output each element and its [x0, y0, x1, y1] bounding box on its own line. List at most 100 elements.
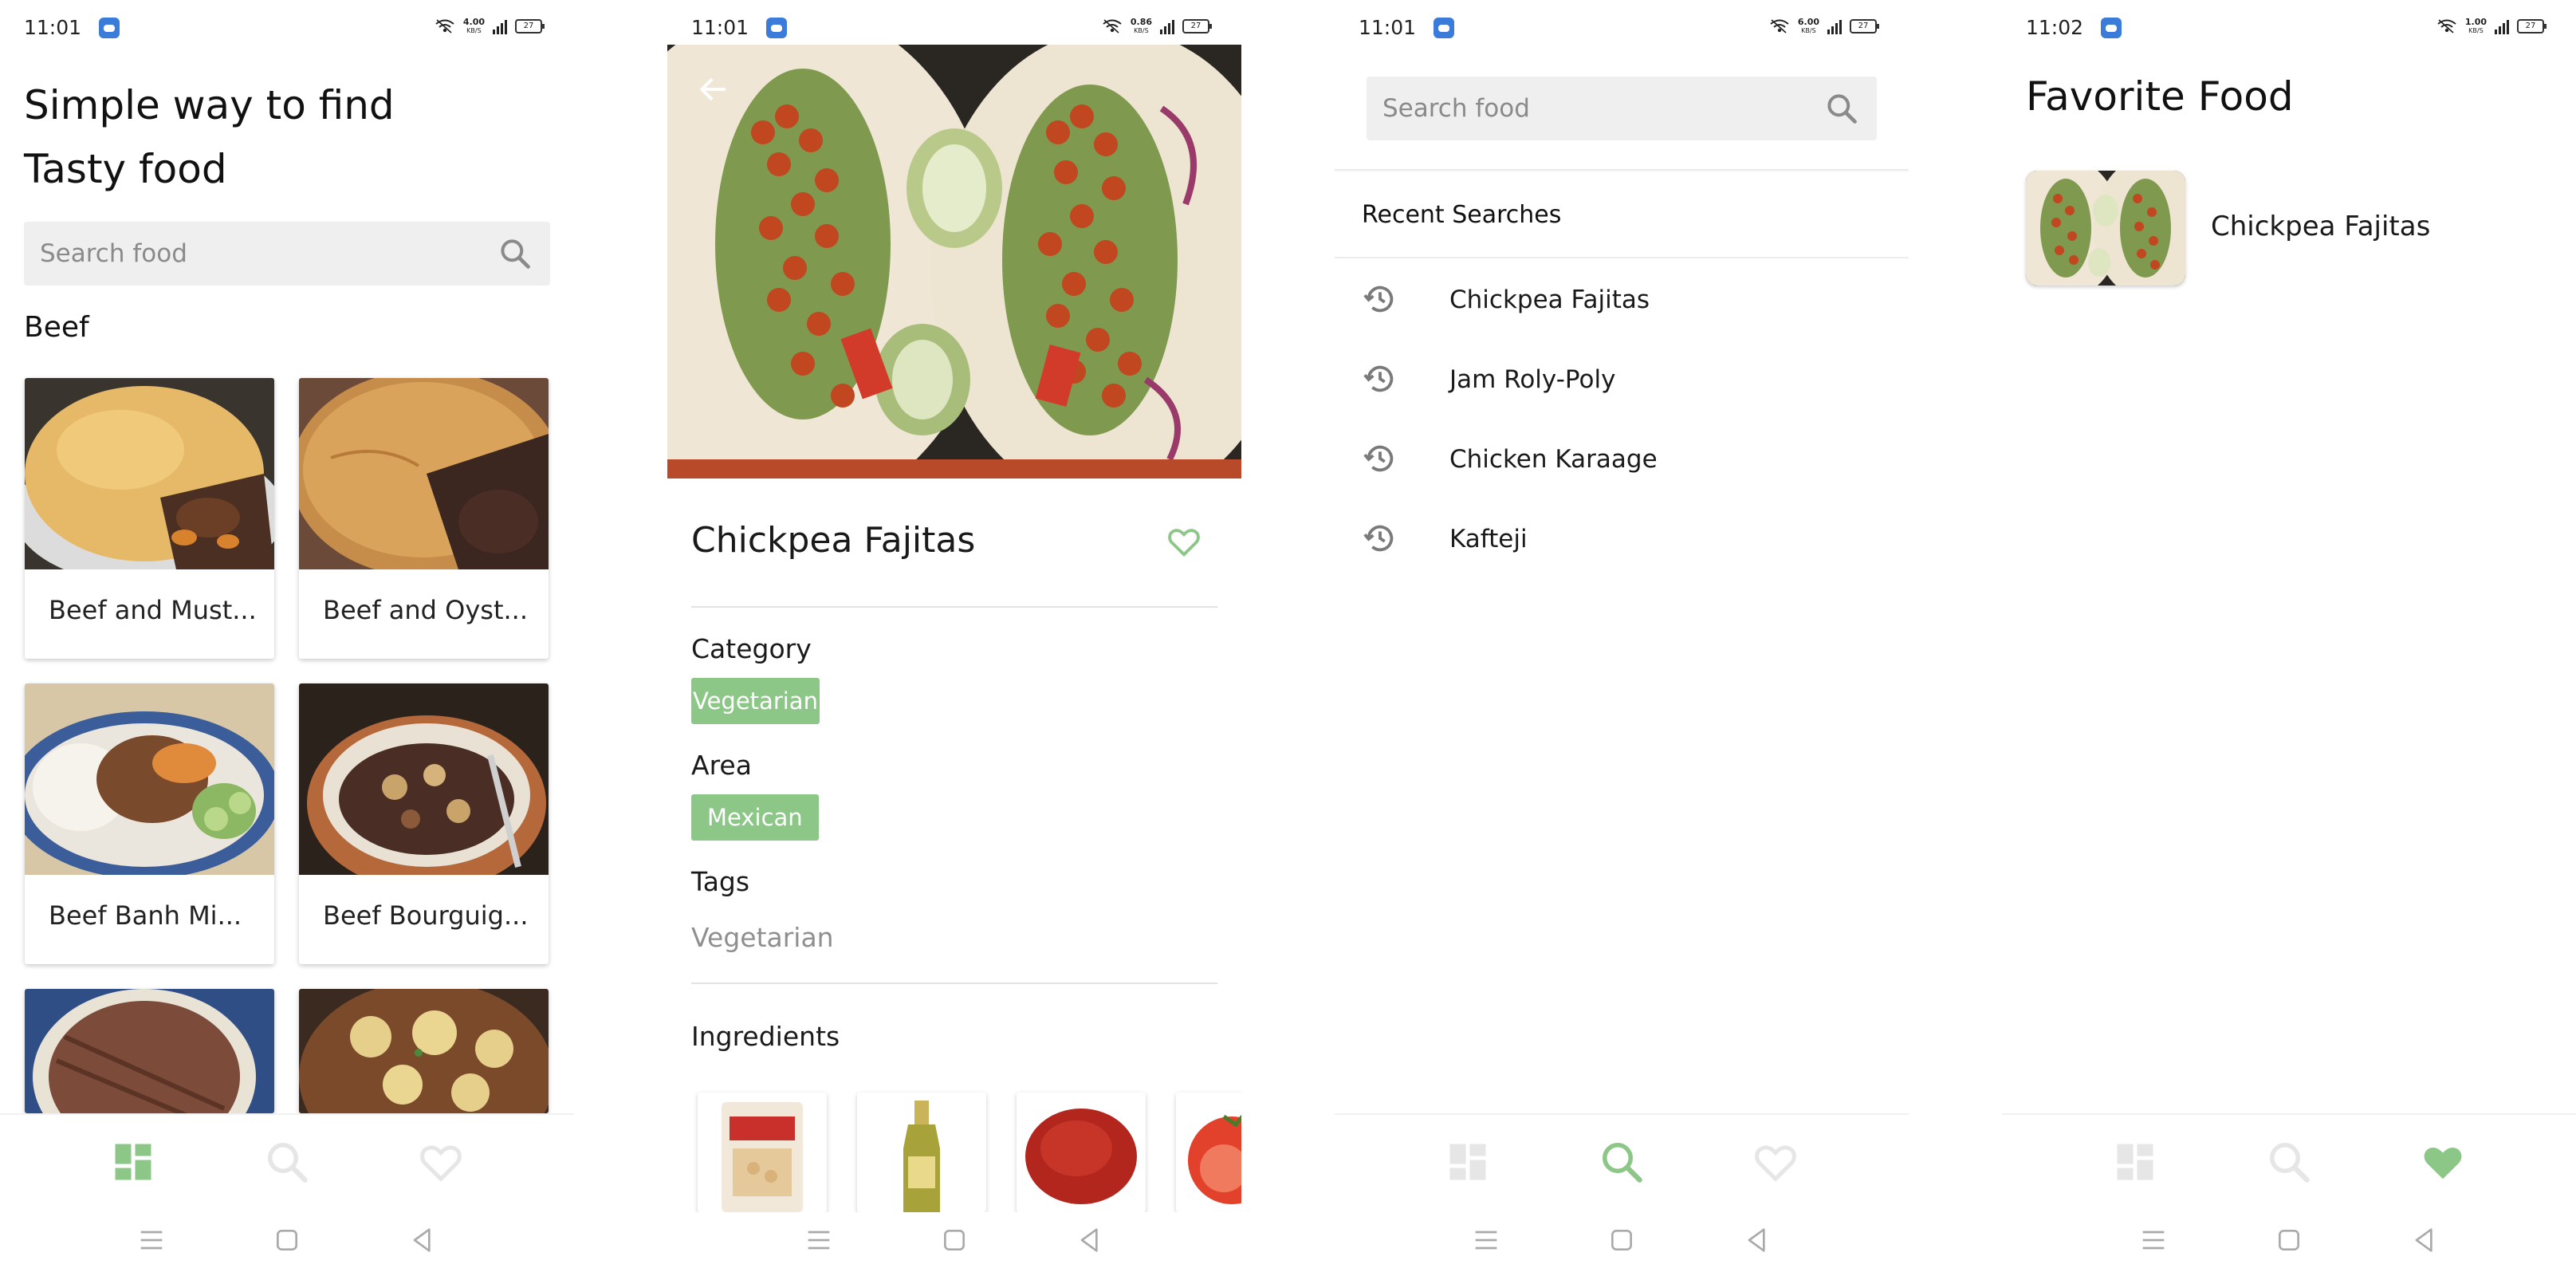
home-screen: 11:01 4.00 KB/S 27 Simple way to find Tas…	[0, 0, 574, 1276]
meal-name: Beef and Oyst...	[323, 595, 528, 625]
meal-title: Chickpea Fajitas	[691, 520, 976, 561]
wifi-icon	[1769, 18, 1790, 34]
meal-card[interactable]: Beef and Oyst...	[299, 378, 549, 659]
back-triangle-icon[interactable]	[407, 1224, 439, 1256]
ingredient-card[interactable]	[698, 1093, 827, 1212]
search-input[interactable]: Search food	[1367, 77, 1877, 140]
home-grid-icon[interactable]	[2111, 1138, 2159, 1186]
ingredient-image-chickpeas	[722, 1102, 803, 1212]
system-navigation	[0, 1212, 574, 1268]
meal-name: Beef Banh Mi...	[49, 900, 242, 931]
menu-icon[interactable]	[1470, 1224, 1502, 1256]
system-navigation	[1335, 1212, 1909, 1268]
meal-image	[25, 378, 274, 569]
search-nav-icon[interactable]	[1598, 1138, 1646, 1186]
ingredient-image-olive-oil	[903, 1101, 940, 1212]
search-screen: 11:01 6.00 KB/S 27 Search food Recent Sea…	[1335, 0, 1909, 1276]
meal-card[interactable]: Beef Bourguig...	[299, 683, 549, 964]
menu-icon[interactable]	[2137, 1224, 2169, 1256]
divider	[1335, 169, 1909, 172]
menu-icon[interactable]	[136, 1224, 167, 1256]
recent-search-text: Kafteji	[1449, 525, 1528, 553]
divider	[1335, 257, 1909, 258]
status-time: 11:02	[2026, 16, 2084, 39]
category-title: Beef	[24, 311, 89, 344]
meal-image	[299, 989, 549, 1113]
page-title: Simple way to find Tasty food	[24, 82, 395, 192]
search-icon[interactable]	[1824, 91, 1859, 126]
status-bar: 11:02 1.00 KB/S 27	[2002, 0, 2576, 56]
menu-icon[interactable]	[803, 1224, 835, 1256]
search-icon[interactable]	[498, 236, 533, 271]
wifi-icon	[435, 18, 455, 34]
recent-search-item[interactable]: Kafteji	[1362, 510, 1880, 566]
history-icon	[1362, 520, 1398, 557]
bottom-navigation	[1335, 1113, 1909, 1209]
notification-app-icon	[2101, 18, 2122, 38]
history-icon	[1362, 360, 1398, 397]
recent-search-item[interactable]: Chicken Karaage	[1362, 431, 1880, 486]
recent-search-text: Chickpea Fajitas	[1449, 286, 1650, 314]
system-navigation	[667, 1212, 1241, 1268]
recent-search-item[interactable]: Chickpea Fajitas	[1362, 271, 1880, 327]
system-navigation	[2002, 1212, 2576, 1268]
recent-search-text: Jam Roly-Poly	[1449, 365, 1616, 394]
network-speed: 1.00 KB/S	[2464, 17, 2487, 34]
recent-search-text: Chicken Karaage	[1449, 445, 1658, 474]
meal-image	[299, 378, 549, 569]
tags-value: Vegetarian	[691, 922, 834, 953]
signal-icon	[1160, 18, 1174, 34]
search-nav-icon[interactable]	[263, 1138, 311, 1186]
divider	[691, 606, 1217, 608]
meal-hero-image	[667, 45, 1241, 478]
ingredient-card[interactable]	[1176, 1093, 1241, 1212]
ingredient-card[interactable]	[857, 1093, 986, 1212]
favorite-thumbnail	[2026, 171, 2185, 286]
notification-app-icon	[1434, 18, 1454, 38]
meal-card[interactable]: Beef and Must...	[25, 378, 274, 659]
favorite-heart-icon[interactable]	[1164, 523, 1204, 560]
back-triangle-icon[interactable]	[2409, 1224, 2440, 1256]
home-grid-icon[interactable]	[109, 1138, 157, 1186]
page-title: Favorite Food	[2026, 73, 2294, 120]
meal-name: Beef and Must...	[49, 595, 257, 625]
favorite-nav-icon[interactable]	[2419, 1138, 2467, 1186]
back-triangle-icon[interactable]	[1074, 1224, 1106, 1256]
ingredient-image-paprika	[1025, 1109, 1137, 1204]
meal-card[interactable]	[25, 989, 274, 1113]
battery-icon: 27	[1182, 19, 1212, 33]
status-time: 11:01	[1359, 16, 1417, 39]
meal-card[interactable]: Beef Banh Mi...	[25, 683, 274, 964]
home-square-icon[interactable]	[1606, 1224, 1638, 1256]
area-chip: Mexican	[691, 794, 819, 841]
home-square-icon[interactable]	[938, 1224, 970, 1256]
category-label: Category	[691, 633, 812, 664]
search-nav-icon[interactable]	[2265, 1138, 2313, 1186]
search-placeholder: Search food	[40, 239, 187, 268]
home-square-icon[interactable]	[271, 1224, 303, 1256]
favorites-screen: 11:02 1.00 KB/S 27 Favorite Food Chickpe…	[2002, 0, 2576, 1276]
ingredient-card[interactable]	[1017, 1093, 1146, 1212]
favorite-nav-icon[interactable]	[1752, 1138, 1799, 1186]
bottom-navigation	[0, 1113, 574, 1209]
back-triangle-icon[interactable]	[1741, 1224, 1773, 1256]
search-input[interactable]: Search food	[24, 222, 550, 286]
signal-icon	[1827, 18, 1842, 34]
battery-icon: 27	[515, 19, 545, 33]
home-square-icon[interactable]	[2273, 1224, 2305, 1256]
favorite-nav-icon[interactable]	[417, 1138, 465, 1186]
ingredient-image-tomato	[1188, 1114, 1241, 1204]
recent-search-item[interactable]: Jam Roly-Poly	[1362, 351, 1880, 407]
back-arrow-icon[interactable]	[696, 72, 731, 107]
category-chip: Vegetarian	[691, 678, 820, 724]
meal-image	[25, 989, 274, 1113]
meal-card[interactable]	[299, 989, 549, 1113]
history-icon	[1362, 281, 1398, 317]
favorite-item[interactable]: Chickpea Fajitas	[2026, 171, 2552, 286]
area-label: Area	[691, 750, 752, 781]
search-placeholder: Search food	[1382, 94, 1530, 123]
recent-searches-title: Recent Searches	[1362, 201, 1562, 229]
home-grid-icon[interactable]	[1444, 1138, 1492, 1186]
meal-image	[25, 683, 274, 875]
meal-name: Beef Bourguig...	[323, 900, 529, 931]
